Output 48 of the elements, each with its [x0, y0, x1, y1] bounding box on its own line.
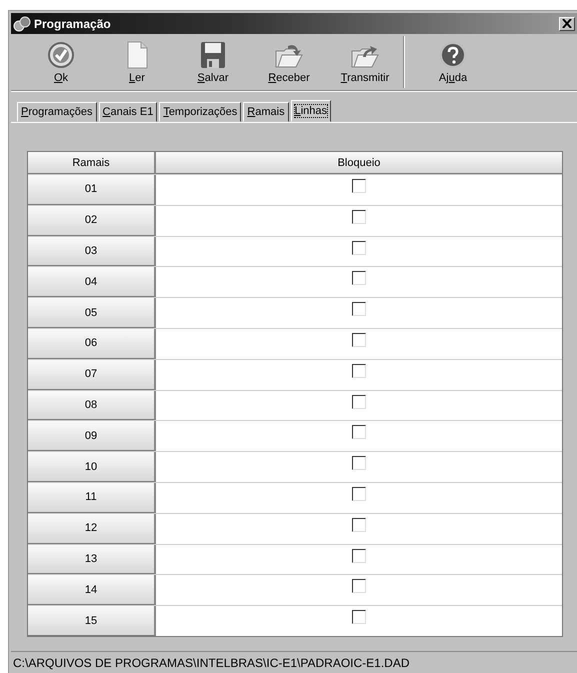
- tab[interactable]: Linhas: [290, 100, 332, 122]
- tab[interactable]: Programações: [17, 102, 97, 122]
- toolbar-button[interactable]: Ler: [99, 34, 175, 90]
- row-header: 06: [28, 328, 156, 359]
- checkbox[interactable]: [352, 425, 366, 440]
- row-header: 08: [28, 390, 156, 420]
- checkbox[interactable]: [352, 486, 366, 501]
- tab[interactable]: Canais E1: [98, 102, 158, 122]
- row-header: 15: [28, 606, 156, 636]
- toolbar-button[interactable]: Transmitir: [327, 34, 403, 90]
- checkbox[interactable]: [352, 394, 366, 409]
- close-button[interactable]: [559, 16, 575, 30]
- checkbox[interactable]: [352, 364, 366, 378]
- checkbox[interactable]: [352, 548, 366, 563]
- checkbox[interactable]: [352, 610, 366, 624]
- checkmark-icon: [47, 40, 75, 68]
- toolbar-button[interactable]: Salvar: [175, 34, 251, 90]
- column-header: Ramais: [28, 152, 156, 174]
- row-header: 09: [28, 421, 156, 452]
- window-title: Programação: [34, 16, 112, 30]
- toolbar-button[interactable]: Ok: [23, 34, 99, 90]
- row-header: 04: [28, 267, 156, 298]
- checkbox[interactable]: [352, 518, 366, 532]
- row-header: 11: [28, 482, 156, 513]
- toolbar-button[interactable]: Ajuda: [415, 34, 491, 90]
- checkbox[interactable]: [352, 240, 366, 255]
- checkbox[interactable]: [352, 579, 366, 594]
- row-header: 07: [28, 360, 156, 390]
- checkbox[interactable]: [352, 210, 366, 224]
- checkbox[interactable]: [352, 302, 366, 316]
- row-header: 14: [28, 575, 156, 606]
- tab[interactable]: Temporizações: [159, 102, 242, 122]
- checkbox[interactable]: [352, 456, 366, 470]
- checkbox[interactable]: [352, 271, 366, 286]
- row-header: 03: [28, 236, 156, 266]
- column-header: Bloqueio: [156, 152, 562, 174]
- row-header: 13: [28, 544, 156, 574]
- row-header: 12: [28, 514, 156, 544]
- row-header: 01: [28, 175, 156, 205]
- checkbox[interactable]: [352, 179, 366, 193]
- status-bar: C:\ARQUIVOS DE PROGRAMAS\INTELBRAS\IC-E1\PADRAOIC-E1.DAD: [11, 651, 577, 673]
- row-header: 10: [28, 452, 156, 482]
- checkbox[interactable]: [352, 332, 366, 347]
- tab[interactable]: Ramais: [243, 102, 289, 122]
- toolbar-button[interactable]: Receber: [251, 34, 327, 90]
- row-header: 02: [28, 206, 156, 236]
- row-header: 05: [28, 298, 156, 328]
- document-icon: [125, 40, 149, 68]
